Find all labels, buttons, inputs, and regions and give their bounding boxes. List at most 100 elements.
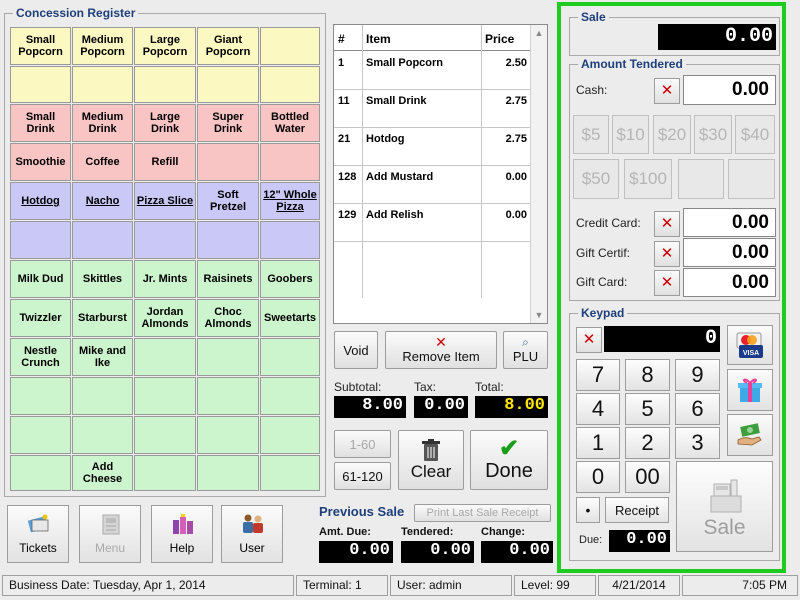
product-button-empty[interactable] <box>197 416 259 454</box>
product-button-empty[interactable] <box>10 66 71 103</box>
product-button-empty[interactable] <box>197 143 259 181</box>
key-5[interactable]: 5 <box>625 393 670 425</box>
gift-pay-button[interactable] <box>727 369 773 411</box>
product-button-choc-almonds[interactable]: Choc Almonds <box>197 299 259 337</box>
product-button-empty[interactable] <box>134 416 196 454</box>
cash-field[interactable]: 0.00 <box>683 75 776 105</box>
sale-button[interactable]: Sale <box>676 461 773 552</box>
void-button[interactable]: Void <box>334 331 378 369</box>
key-8[interactable]: 8 <box>625 359 670 391</box>
table-row[interactable]: 11 Small Drink 2.75 <box>334 90 531 128</box>
product-button-coffee[interactable]: Coffee <box>72 143 133 181</box>
product-button-starburst[interactable]: Starburst <box>72 299 133 337</box>
cash-20-button[interactable]: $20 <box>653 115 691 154</box>
gift-card-clear-x-icon[interactable]: ✕ <box>654 270 680 296</box>
key-0[interactable]: 0 <box>576 461 620 493</box>
receipt-button[interactable]: Receipt <box>605 497 669 523</box>
product-button-nacho[interactable]: Nacho <box>72 182 133 220</box>
product-button-skittles[interactable]: Skittles <box>72 260 133 298</box>
product-button-empty[interactable] <box>260 455 320 491</box>
product-button-empty[interactable] <box>260 27 320 65</box>
cash-pay-button[interactable] <box>727 414 773 456</box>
product-button-empty[interactable] <box>10 221 71 259</box>
product-button-empty[interactable] <box>134 377 196 415</box>
scroll-down-icon[interactable]: ▼ <box>531 307 547 323</box>
table-row[interactable]: 129 Add Relish 0.00 <box>334 204 531 242</box>
table-row[interactable]: 128 Add Mustard 0.00 <box>334 166 531 204</box>
product-button-jordan-almonds[interactable]: Jordan Almonds <box>134 299 196 337</box>
credit-card-pay-button[interactable]: VISA <box>727 325 773 365</box>
remove-item-button[interactable]: ✕ Remove Item <box>385 331 497 369</box>
product-button-large-drink[interactable]: Large Drink <box>134 104 196 142</box>
product-button-small-popcorn[interactable]: Small Popcorn <box>10 27 71 65</box>
product-button-empty[interactable] <box>260 66 320 103</box>
tickets-button[interactable]: Tickets <box>7 505 69 563</box>
product-button-add-cheese[interactable]: Add Cheese <box>72 455 133 491</box>
product-button-medium-drink[interactable]: Medium Drink <box>72 104 133 142</box>
cash-blank-button[interactable] <box>728 159 775 199</box>
table-row[interactable]: 21 Hotdog 2.75 <box>334 128 531 166</box>
product-button-empty[interactable] <box>197 338 259 376</box>
product-button-empty[interactable] <box>260 377 320 415</box>
item-table-scrollbar[interactable]: ▲ ▼ <box>530 25 547 323</box>
range-1-60-button[interactable]: 1-60 <box>334 430 391 458</box>
key-2[interactable]: 2 <box>625 427 670 459</box>
key-7[interactable]: 7 <box>576 359 620 391</box>
clear-button[interactable]: Clear <box>398 430 464 490</box>
product-button-empty[interactable] <box>197 66 259 103</box>
product-button-large-popcorn[interactable]: Large Popcorn <box>134 27 196 65</box>
product-button-empty[interactable] <box>10 455 71 491</box>
product-button-empty[interactable] <box>134 221 196 259</box>
product-button-empty[interactable] <box>72 377 133 415</box>
key-1[interactable]: 1 <box>576 427 620 459</box>
product-button-giant-popcorn[interactable]: Giant Popcorn <box>197 27 259 65</box>
key-decimal-point[interactable]: • <box>576 497 600 523</box>
cash-10-button[interactable]: $10 <box>612 115 649 154</box>
plu-button[interactable]: ⌕ PLU <box>503 331 548 369</box>
product-button-empty[interactable] <box>72 416 133 454</box>
product-button-raisinets[interactable]: Raisinets <box>197 260 259 298</box>
product-button-empty[interactable] <box>197 221 259 259</box>
product-button-empty[interactable] <box>134 455 196 491</box>
product-button-empty[interactable] <box>260 143 320 181</box>
product-button-refill[interactable]: Refill <box>134 143 196 181</box>
print-last-receipt-button[interactable]: Print Last Sale Receipt <box>414 504 551 522</box>
product-button-twizzler[interactable]: Twizzler <box>10 299 71 337</box>
product-button-milk-dud[interactable]: Milk Dud <box>10 260 71 298</box>
product-button-goobers[interactable]: Goobers <box>260 260 320 298</box>
product-button-empty[interactable] <box>72 221 133 259</box>
product-button-hotdog[interactable]: Hotdog <box>10 182 71 220</box>
gift-certif-field[interactable]: 0.00 <box>683 238 776 267</box>
product-button-empty[interactable] <box>260 221 320 259</box>
product-button-smoothie[interactable]: Smoothie <box>10 143 71 181</box>
done-button[interactable]: ✔ Done <box>470 430 548 490</box>
product-button-medium-popcorn[interactable]: Medium Popcorn <box>72 27 133 65</box>
product-button-empty[interactable] <box>134 338 196 376</box>
product-button-nestle-crunch[interactable]: Nestle Crunch <box>10 338 71 376</box>
cash-5-button[interactable]: $5 <box>573 115 609 154</box>
cash-30-button[interactable]: $30 <box>694 115 732 154</box>
product-button-empty[interactable] <box>197 455 259 491</box>
product-button-bottled-water[interactable]: Bottled Water <box>260 104 320 142</box>
cash-100-button[interactable]: $100 <box>624 159 672 199</box>
product-button-super-drink[interactable]: Super Drink <box>197 104 259 142</box>
cash-clear-x-icon[interactable]: ✕ <box>654 78 680 104</box>
cash-50-button[interactable]: $50 <box>573 159 619 199</box>
product-button-jr-mints[interactable]: Jr. Mints <box>134 260 196 298</box>
key-9[interactable]: 9 <box>675 359 720 391</box>
product-button-empty[interactable] <box>10 377 71 415</box>
menu-button[interactable]: Menu <box>79 505 141 563</box>
key-4[interactable]: 4 <box>576 393 620 425</box>
range-61-120-button[interactable]: 61-120 <box>334 462 391 490</box>
product-button-sweetarts[interactable]: Sweetarts <box>260 299 320 337</box>
key-6[interactable]: 6 <box>675 393 720 425</box>
scroll-up-icon[interactable]: ▲ <box>531 25 547 41</box>
product-button-empty[interactable] <box>72 66 133 103</box>
help-button[interactable]: Help <box>151 505 213 563</box>
product-button-soft-pretzel[interactable]: Soft Pretzel <box>197 182 259 220</box>
key-00[interactable]: 00 <box>625 461 670 493</box>
product-button-empty[interactable] <box>260 416 320 454</box>
gift-certif-clear-x-icon[interactable]: ✕ <box>654 241 680 267</box>
product-button-empty[interactable] <box>197 377 259 415</box>
product-button-mike-and-ike[interactable]: Mike and Ike <box>72 338 133 376</box>
